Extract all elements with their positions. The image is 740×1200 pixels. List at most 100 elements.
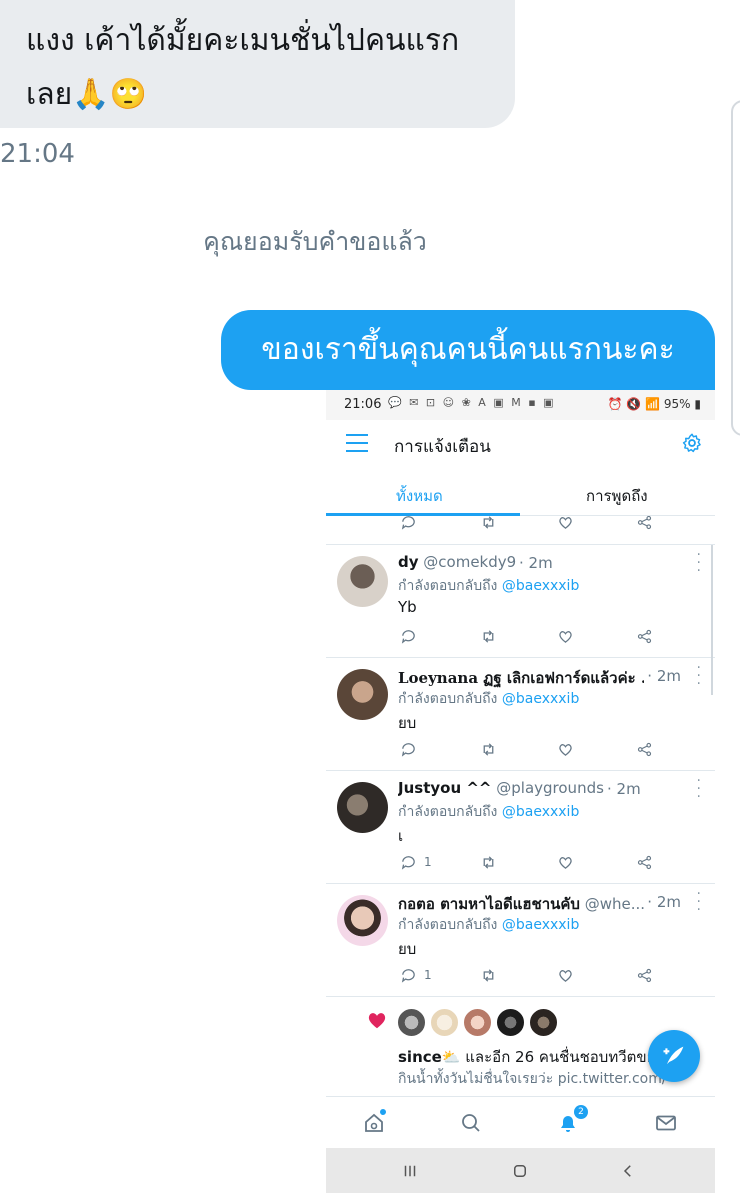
heart-icon bbox=[368, 1013, 386, 1029]
notification-badge: 2 bbox=[574, 1105, 588, 1119]
like-summary: since⛅ และอีก 26 คนชื่นชอบทวีตของ bbox=[398, 1048, 663, 1066]
offscreen-card-edge bbox=[731, 100, 740, 436]
reply-mention-link[interactable]: @baexxxib bbox=[502, 917, 579, 933]
mail-icon[interactable] bbox=[654, 1111, 678, 1135]
share-icon[interactable] bbox=[636, 741, 653, 759]
incoming-message-bubble[interactable]: แงง เค้าได้มั้ยคะเมนชั่นไปคนแรกเลย🙏🙄 bbox=[0, 0, 515, 128]
like-icon[interactable] bbox=[557, 628, 574, 646]
avatar[interactable] bbox=[337, 556, 388, 607]
tweet-time: · 2m bbox=[516, 554, 553, 572]
tweet-time: · 2m bbox=[644, 893, 681, 911]
retweet-icon[interactable] bbox=[480, 628, 497, 646]
notification-feed[interactable]: dy @comekdy96 · 2m · · · กำลังตอบกลับถึง @… bbox=[326, 516, 715, 1096]
reply-context: กำลังตอบกลับถึง @baexxxib bbox=[398, 804, 580, 820]
like-icon[interactable] bbox=[557, 516, 574, 532]
page-title: การแจ้งเตือน bbox=[394, 437, 491, 457]
tweet-author-handle: @comekdy96 bbox=[423, 553, 526, 571]
reply-mention-link[interactable]: @baexxxib bbox=[502, 578, 579, 594]
reply-icon[interactable] bbox=[400, 516, 417, 532]
tweet-author-name[interactable]: กอตอ ตามหาไอดีแฮชานคับ bbox=[398, 895, 580, 913]
compose-tweet-button[interactable] bbox=[648, 1030, 700, 1082]
recent-apps-icon[interactable] bbox=[401, 1162, 419, 1180]
tweet-time: · 2m bbox=[604, 780, 641, 798]
more-options-icon[interactable]: · · · bbox=[697, 774, 701, 804]
retweet-icon[interactable] bbox=[480, 854, 497, 872]
reply-icon[interactable] bbox=[400, 741, 417, 759]
more-options-icon[interactable]: · · · bbox=[697, 661, 701, 691]
chat-screen: แงง เค้าได้มั้ยคะเมนชั่นไปคนแรกเลย🙏🙄 21:… bbox=[0, 0, 740, 1200]
tab-all[interactable]: ทั้งหมด bbox=[396, 484, 443, 508]
status-right-icons: ⏰ 🔇 📶 95% ▮ bbox=[607, 397, 701, 411]
more-options-icon[interactable]: · · · bbox=[697, 548, 701, 578]
avatar[interactable] bbox=[337, 895, 388, 946]
bottom-navigation: 2 bbox=[326, 1096, 715, 1148]
home-button-icon[interactable] bbox=[511, 1162, 529, 1180]
scrollbar[interactable] bbox=[711, 545, 713, 695]
status-notification-icons: 💬 ✉ ⊡ ☺ ❀ A ▣ M ▪ ▣ bbox=[388, 396, 556, 409]
reply-icon[interactable] bbox=[400, 628, 417, 646]
outgoing-message-text: ของเราขึ้นคุณคนนี้คนแรกนะคะ bbox=[261, 332, 675, 367]
tab-mentions[interactable]: การพูดถึง bbox=[586, 484, 648, 508]
more-options-icon[interactable]: · · · bbox=[697, 887, 701, 917]
reply-icon[interactable]: 1 bbox=[400, 967, 432, 985]
message-timestamp: 21:04 bbox=[0, 139, 75, 169]
tweet-item[interactable]: กอตอ ตามหาไอดีแฮชานคับ @whe... · 2m · · · … bbox=[326, 883, 715, 996]
reply-count: 1 bbox=[424, 855, 432, 869]
battery-level: 95% bbox=[663, 397, 691, 411]
reply-icon[interactable]: 1 bbox=[400, 854, 432, 872]
share-icon[interactable] bbox=[636, 628, 653, 646]
attached-screenshot[interactable]: 21:06 💬 ✉ ⊡ ☺ ❀ A ▣ M ▪ ▣ ⏰ 🔇 📶 95% ▮ กา… bbox=[326, 390, 715, 1193]
tweet-header: กอตอ ตามหาไอดีแฮชานคับ @whe... bbox=[398, 892, 648, 916]
tweet-author-name[interactable]: Justyou ^^ bbox=[398, 779, 491, 797]
tweet-actions bbox=[400, 628, 680, 648]
system-navigation-bar bbox=[326, 1148, 715, 1193]
tweet-author-handle: @whe... bbox=[584, 895, 646, 913]
avatar[interactable] bbox=[396, 1007, 427, 1038]
retweet-icon[interactable] bbox=[480, 516, 497, 532]
tweet-header: Loeynana ฏฐ เลิกเอฟการ์ดแล้วค่ะ ... bbox=[398, 666, 648, 690]
avatar[interactable] bbox=[528, 1007, 559, 1038]
avatar[interactable] bbox=[337, 782, 388, 833]
reply-context: กำลังตอบกลับถึง @baexxxib bbox=[398, 578, 580, 594]
avatar[interactable] bbox=[495, 1007, 526, 1038]
share-icon[interactable] bbox=[636, 516, 653, 532]
reply-context: กำลังตอบกลับถึง @baexxxib bbox=[398, 917, 580, 933]
share-icon[interactable] bbox=[636, 854, 653, 872]
status-time: 21:06 bbox=[344, 397, 382, 412]
reply-mention-link[interactable]: @baexxxib bbox=[502, 691, 579, 707]
tweet-author-handle: @playgroundsss bbox=[496, 779, 620, 797]
search-icon[interactable] bbox=[459, 1111, 483, 1135]
tweet-item[interactable]: dy @comekdy96 · 2m · · · กำลังตอบกลับถึง @… bbox=[326, 544, 715, 657]
tweet-actions bbox=[400, 516, 680, 534]
new-content-dot bbox=[380, 1109, 386, 1115]
like-icon[interactable] bbox=[557, 854, 574, 872]
incoming-message-text: แงง เค้าได้มั้ยคะเมนชั่นไปคนแรกเลย🙏🙄 bbox=[26, 23, 460, 112]
tweet-text: เ bbox=[398, 827, 404, 845]
liker-name[interactable]: since⛅ bbox=[398, 1048, 461, 1066]
back-icon[interactable] bbox=[619, 1162, 637, 1180]
tweet-actions bbox=[400, 741, 680, 761]
avatar[interactable] bbox=[337, 669, 388, 720]
avatar[interactable] bbox=[462, 1007, 493, 1038]
tweet-text: Yb bbox=[398, 598, 417, 616]
menu-icon[interactable] bbox=[346, 434, 368, 452]
retweet-icon[interactable] bbox=[480, 741, 497, 759]
outgoing-message-bubble[interactable]: ของเราขึ้นคุณคนนี้คนแรกนะคะ bbox=[221, 310, 715, 390]
share-icon[interactable] bbox=[636, 967, 653, 985]
avatar[interactable] bbox=[429, 1007, 460, 1038]
like-icon[interactable] bbox=[557, 741, 574, 759]
gear-icon[interactable] bbox=[681, 432, 703, 454]
notification-tabs: ทั้งหมด การพูดถึง bbox=[326, 470, 715, 516]
liked-tweet-preview: กินน้ำทั้งวันไม่ชื่นใจเรยว่ะ pic.twitter… bbox=[398, 1071, 667, 1087]
tweet-item[interactable]: Loeynana ฏฐ เลิกเอฟการ์ดแล้วค่ะ ... · 2m… bbox=[326, 657, 715, 770]
tweet-author-name[interactable]: dy bbox=[398, 553, 419, 571]
tweet-time: · 2m bbox=[644, 667, 681, 685]
tweet-author-name[interactable]: Loeynana ฏฐ เลิกเอฟการ์ดแล้วค่ะ ... bbox=[398, 669, 648, 687]
status-bar: 21:06 💬 ✉ ⊡ ☺ ❀ A ▣ M ▪ ▣ ⏰ 🔇 📶 95% ▮ bbox=[326, 390, 715, 420]
tweet-item[interactable]: Justyou ^^ @playgroundsss · 2m · · · กำลัง… bbox=[326, 770, 715, 883]
reply-context: กำลังตอบกลับถึง @baexxxib bbox=[398, 691, 580, 707]
retweet-icon[interactable] bbox=[480, 967, 497, 985]
reply-mention-link[interactable]: @baexxxib bbox=[502, 804, 579, 820]
reply-count: 1 bbox=[424, 968, 432, 982]
like-icon[interactable] bbox=[557, 967, 574, 985]
